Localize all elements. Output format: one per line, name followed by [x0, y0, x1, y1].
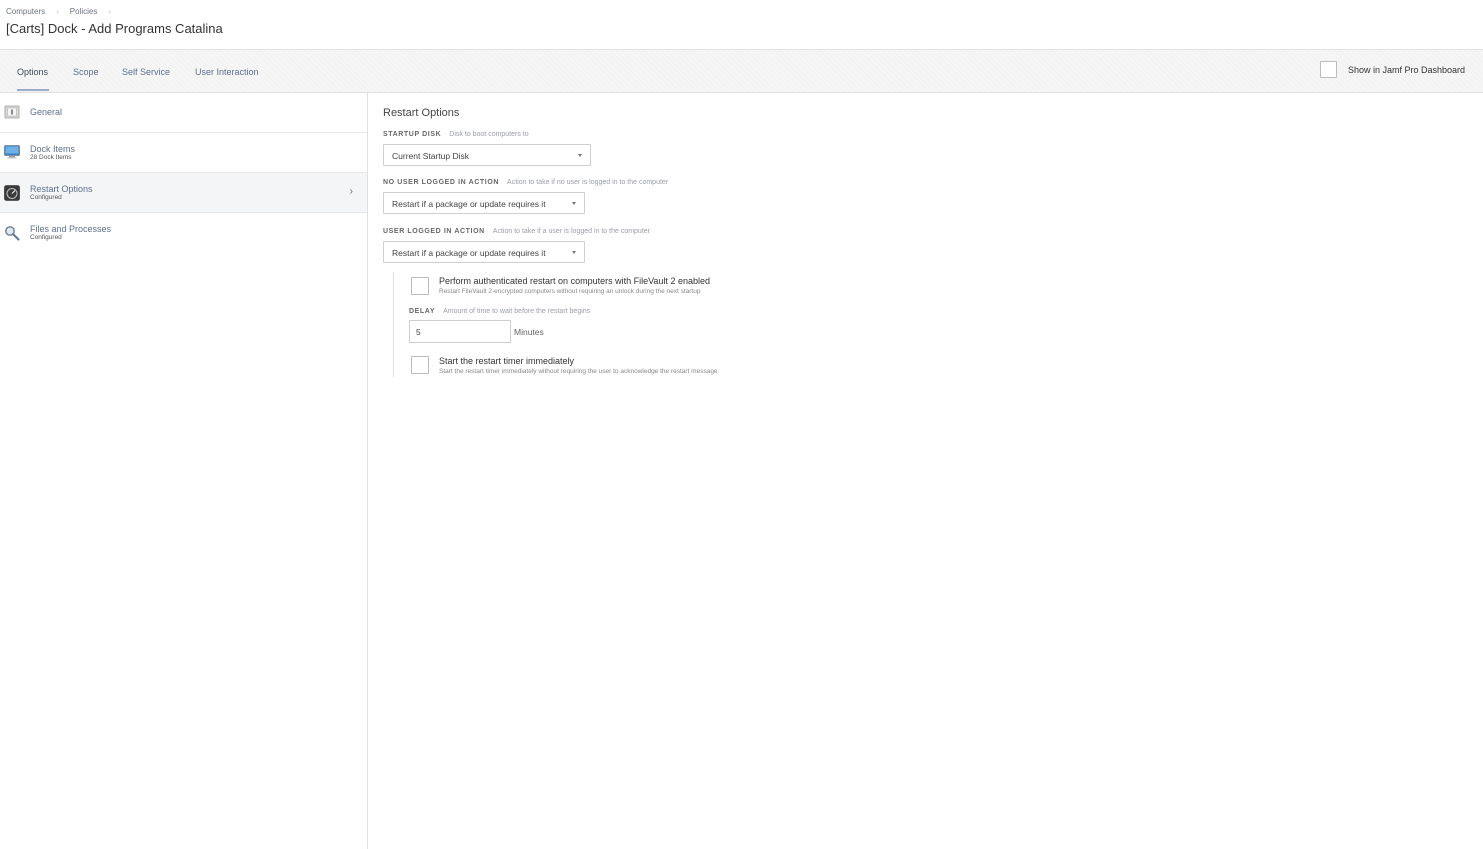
breadcrumb-policies[interactable]: Policies: [70, 7, 98, 16]
delay-hint: Amount of time to wait before the restar…: [443, 308, 591, 315]
sidebar-item-general[interactable]: General: [0, 93, 367, 133]
breadcrumb: Computers › Policies ›: [6, 7, 122, 16]
delay-label: DELAY Amount of time to wait before the r…: [409, 308, 590, 315]
breadcrumb-computers[interactable]: Computers: [6, 7, 45, 16]
sidebar-item-dock-items[interactable]: Dock Items 28 Dock Items: [0, 133, 367, 173]
caret-down-icon: [572, 202, 576, 205]
restart-options-panel: Restart Options STARTUP DISK Disk to boot…: [369, 93, 1483, 849]
chevron-right-icon: ›: [349, 186, 353, 197]
sidebar-item-subtitle: Configured: [30, 194, 62, 201]
no-user-action-label: NO USER LOGGED IN ACTION Action to take i…: [383, 179, 668, 186]
sidebar-item-label: General: [30, 107, 63, 117]
sidebar-item-label: Restart Options: [30, 184, 93, 194]
startup-disk-label-text: STARTUP DISK: [383, 131, 442, 138]
restart-gauge-icon: [4, 185, 20, 201]
section-title: Restart Options: [383, 107, 460, 119]
startup-disk-label: STARTUP DISK Disk to boot computers to: [383, 131, 529, 138]
delay-unit: Minutes: [514, 327, 544, 337]
tab-scope[interactable]: Scope: [73, 67, 99, 77]
delay-input[interactable]: [409, 320, 511, 343]
tab-options[interactable]: Options: [17, 67, 48, 77]
startup-disk-select[interactable]: Current Startup Disk: [383, 144, 591, 166]
startup-disk-hint: Disk to boot computers to: [449, 131, 529, 138]
startup-disk-value: Current Startup Disk: [392, 151, 469, 161]
user-logged-action-label-text: USER LOGGED IN ACTION: [383, 228, 485, 235]
sidebar: General Dock Items 28 Dock Items Restart…: [0, 93, 368, 849]
restart-timer-subtitle: Start the restart timer immediately with…: [439, 368, 718, 375]
caret-down-icon: [578, 154, 582, 157]
tab-user-interaction[interactable]: User Interaction: [195, 67, 259, 77]
page-header: Computers › Policies › [Carts] Dock - Ad…: [0, 0, 1483, 50]
restart-timer-title[interactable]: Start the restart timer immediately: [439, 356, 574, 366]
restart-timer-checkbox[interactable]: [411, 356, 429, 374]
filevault-restart-subtitle: Restart FileVault 2-encrypted computers …: [439, 288, 701, 295]
delay-label-text: DELAY: [409, 308, 436, 315]
tab-bar: Options Scope Self Service User Interact…: [0, 50, 1483, 93]
filevault-restart-checkbox[interactable]: [411, 277, 429, 295]
nested-options-divider: [393, 273, 394, 377]
sidebar-item-subtitle: Configured: [30, 234, 62, 241]
sidebar-item-label: Files and Processes: [30, 224, 112, 234]
user-logged-action-hint: Action to take if a user is logged in to…: [492, 228, 650, 235]
breadcrumb-separator: ›: [108, 7, 112, 16]
no-user-action-hint: Action to take if no user is logged in t…: [507, 179, 669, 186]
dashboard-checkbox-label[interactable]: Show in Jamf Pro Dashboard: [1348, 65, 1465, 75]
user-logged-action-select[interactable]: Restart if a package or update requires …: [383, 241, 585, 263]
magnifier-icon: [5, 226, 20, 241]
caret-down-icon: [572, 251, 576, 254]
filevault-restart-title[interactable]: Perform authenticated restart on compute…: [439, 276, 710, 286]
dashboard-checkbox[interactable]: [1320, 61, 1337, 78]
page-title: [Carts] Dock - Add Programs Catalina: [6, 21, 223, 36]
general-icon: [4, 105, 20, 119]
no-user-action-value: Restart if a package or update requires …: [392, 199, 546, 209]
sidebar-item-restart-options[interactable]: Restart Options Configured ›: [0, 173, 367, 213]
no-user-action-label-text: NO USER LOGGED IN ACTION: [383, 179, 500, 186]
user-logged-action-value: Restart if a package or update requires …: [392, 248, 546, 258]
user-logged-action-label: USER LOGGED IN ACTION Action to take if a…: [383, 228, 650, 235]
breadcrumb-separator: ›: [56, 7, 59, 16]
active-tab-indicator: [17, 89, 49, 91]
sidebar-item-label: Dock Items: [30, 144, 76, 154]
sidebar-item-files-and-processes[interactable]: Files and Processes Configured: [0, 213, 367, 253]
monitor-icon: [4, 145, 20, 159]
tab-self-service[interactable]: Self Service: [122, 67, 170, 77]
sidebar-item-subtitle: 28 Dock Items: [30, 154, 72, 161]
no-user-action-select[interactable]: Restart if a package or update requires …: [383, 192, 585, 214]
